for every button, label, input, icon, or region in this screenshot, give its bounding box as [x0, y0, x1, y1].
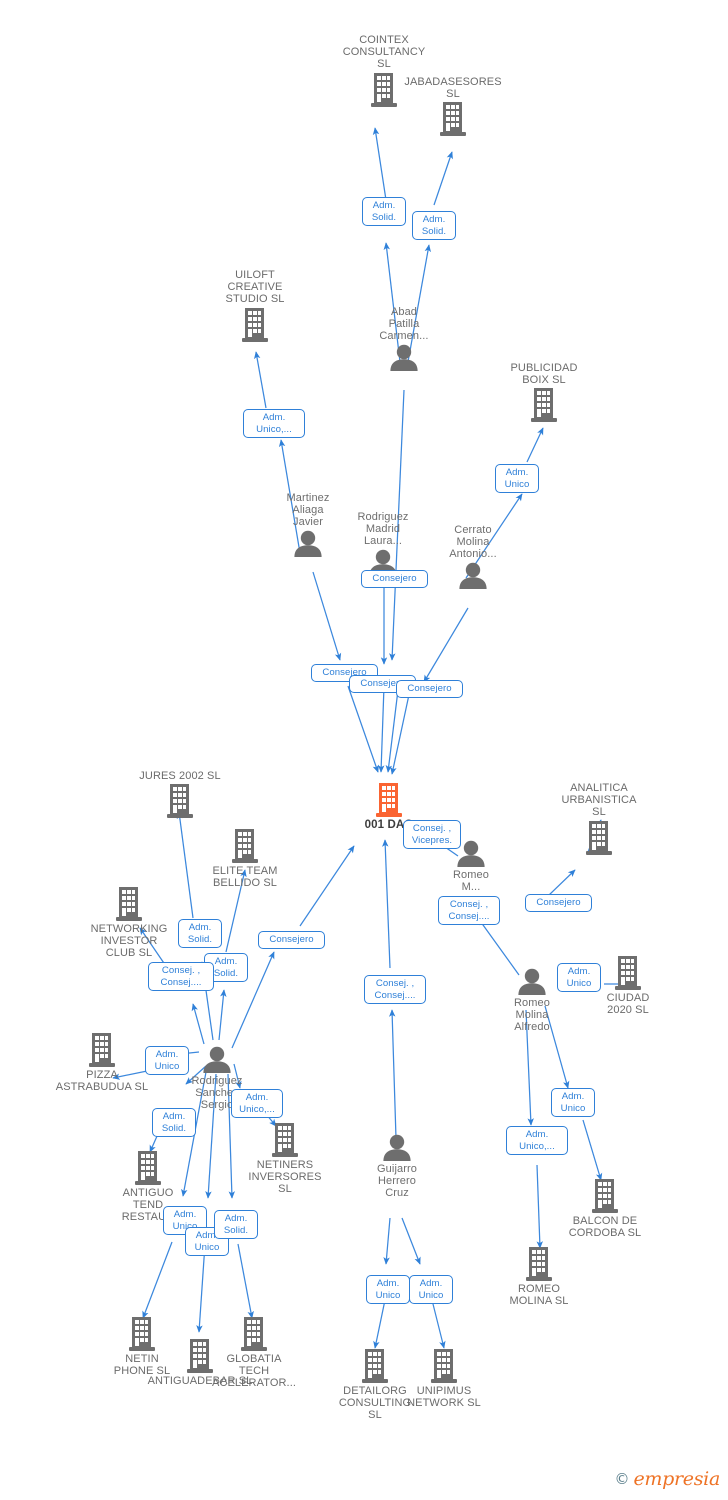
relation-chip-rodsanchez-netiners[interactable]: Adm. Unico,... [231, 1089, 283, 1119]
node-company-jures[interactable]: JURES 2002 SL [130, 770, 230, 819]
person-avatar-icon [456, 562, 490, 590]
node-label: JABADASESORES SL [404, 76, 502, 101]
person-avatar-icon [200, 1046, 234, 1074]
relation-chip-romeomolina-balcon[interactable]: Adm. Unico [551, 1088, 595, 1118]
network-diagram-canvas: COINTEX CONSULTANCY SL JABADASESORES SL … [0, 0, 728, 1500]
company-building-icon [523, 1246, 555, 1282]
relation-chip-cerrato-publicidad[interactable]: Adm. Unico [495, 464, 539, 494]
node-company-netiners[interactable]: NETINERS INVERSORES SL [240, 1122, 330, 1196]
node-label: JURES 2002 SL [139, 770, 221, 782]
person-avatar-icon [291, 530, 325, 558]
company-building-icon [269, 1122, 301, 1158]
node-label: UILOFT CREATIVE STUDIO SL [225, 269, 285, 306]
company-building-icon [164, 783, 196, 819]
node-label: Rodriguez Madrid Laura... [357, 511, 409, 548]
company-building-icon [113, 886, 145, 922]
node-company-jabadasesores[interactable]: JABADASESORES SL [385, 76, 521, 137]
node-company-uiloft[interactable]: UILOFT CREATIVE STUDIO SL [203, 269, 307, 343]
node-label: Romeo Molina Alfredo [514, 997, 550, 1034]
node-person-rodriguez-madrid[interactable]: Rodriguez Madrid Laura... [344, 511, 422, 577]
relation-chip-guijarro-unipimus[interactable]: Adm. Unico [409, 1275, 453, 1305]
relation-chip-abad-cointex[interactable]: Adm. Solid. [362, 197, 406, 227]
relation-chip-romeomolina-ciudad[interactable]: Adm. Unico [557, 963, 601, 993]
node-label: PUBLICIDAD BOIX SL [510, 362, 578, 387]
node-label: NETINERS INVERSORES SL [248, 1159, 322, 1196]
root-company-building-icon [373, 782, 405, 818]
node-company-balcon-cordoba[interactable]: BALCON DE CORDOBA SL [562, 1178, 648, 1239]
company-building-icon [612, 955, 644, 991]
node-label: Guijarro Herrero Cruz [377, 1163, 417, 1200]
relation-chip-rodsanchez-globatia[interactable]: Adm. Solid. [214, 1210, 258, 1240]
relation-chip-romeomolina-romeosl[interactable]: Adm. Unico,... [506, 1126, 568, 1156]
company-building-icon [229, 828, 261, 864]
node-label: Cerrato Molina Antonio... [449, 524, 497, 561]
relation-chip-martinez-uiloft[interactable]: Adm. Unico,... [243, 409, 305, 439]
company-building-icon [239, 307, 271, 343]
node-company-pizza-astrabudua[interactable]: PIZZA ASTRABUDUA SL [55, 1032, 149, 1093]
relation-chip-romeomolina-root[interactable]: Consej. , Consej.... [438, 896, 500, 926]
company-building-icon [86, 1032, 118, 1068]
node-company-networking-investor[interactable]: NETWORKING INVESTOR CLUB SL [83, 886, 175, 960]
relation-chip-romeo-analitica[interactable]: Consejero [525, 894, 592, 912]
brand-wordmark: empresia [633, 1468, 720, 1490]
node-label: Martinez Aliaga Javier [286, 492, 330, 529]
company-building-icon [583, 820, 615, 856]
company-building-icon [132, 1150, 164, 1186]
empresia-watermark: © empresia [614, 1468, 720, 1490]
company-building-icon [428, 1348, 460, 1384]
node-person-guijarro[interactable]: Guijarro Herrero Cruz [364, 1134, 430, 1200]
relation-chip-rodsanchez-networking[interactable]: Consej. , Consej.... [148, 962, 214, 992]
node-label: BALCON DE CORDOBA SL [568, 1215, 642, 1240]
copyright-icon: © [614, 1470, 630, 1488]
node-label: COINTEX CONSULTANCY SL [342, 34, 426, 71]
node-label: ANALITICA URBANISTICA SL [561, 782, 637, 819]
node-label: PIZZA ASTRABUDUA SL [55, 1069, 149, 1094]
company-building-icon [437, 101, 469, 137]
node-label: UNIPIMUS NETWORK SL [407, 1385, 481, 1410]
node-label: Romeo M... [453, 869, 489, 894]
relation-chip-cerrato-root[interactable]: Consejero [396, 680, 463, 698]
company-building-icon [528, 387, 560, 423]
node-label: Abad Patilla Carmen... [379, 306, 429, 343]
relation-chip-rodsanchez-jures[interactable]: Adm. Solid. [178, 919, 222, 949]
company-building-icon [238, 1316, 270, 1352]
relation-chip-rodsanchez-pizza[interactable]: Adm. Unico [145, 1046, 189, 1076]
person-avatar-icon [380, 1134, 414, 1162]
company-building-icon [359, 1348, 391, 1384]
relation-chip-rodriguez-madrid-root[interactable]: Consejero [361, 570, 428, 588]
relation-chip-rodsanchez-root[interactable]: Consejero [258, 931, 325, 949]
node-person-martinez[interactable]: Martinez Aliaga Javier [269, 492, 347, 558]
relation-chip-guijarro-detailorg[interactable]: Adm. Unico [366, 1275, 410, 1305]
node-label: ROMEO MOLINA SL [509, 1283, 569, 1308]
node-person-abad[interactable]: Abad Patilla Carmen... [365, 306, 443, 372]
node-company-ciudad-2020[interactable]: CIUDAD 2020 SL [594, 955, 662, 1016]
node-company-elite-team[interactable]: ELITE TEAM BELLIDO SL [199, 828, 291, 889]
node-person-cerrato[interactable]: Cerrato Molina Antonio... [434, 524, 512, 590]
node-label: CIUDAD 2020 SL [606, 992, 650, 1017]
node-company-unipimus[interactable]: UNIPIMUS NETWORK SL [394, 1348, 494, 1409]
relation-chip-abad-jabadasesores[interactable]: Adm. Solid. [412, 211, 456, 241]
company-building-icon [589, 1178, 621, 1214]
relation-chip-rodsanchez-antiguo[interactable]: Adm. Solid. [152, 1108, 196, 1138]
node-label: NETWORKING INVESTOR CLUB SL [90, 923, 168, 960]
person-avatar-icon [515, 968, 549, 996]
relation-chip-romeo-root[interactable]: Consej. , Vicepres. [403, 820, 461, 850]
person-avatar-icon [387, 344, 421, 372]
node-company-globatia[interactable]: GLOBATIA TECH ACELERATOR... [208, 1316, 300, 1390]
node-person-romeo-molina-alfredo[interactable]: Romeo Molina Alfredo [499, 968, 565, 1034]
node-company-analitica[interactable]: ANALITICA URBANISTICA SL [548, 782, 650, 856]
node-company-publicidad-boix[interactable]: PUBLICIDAD BOIX SL [492, 362, 596, 423]
node-label: GLOBATIA TECH ACELERATOR... [211, 1353, 297, 1390]
node-company-romeo-molina-sl[interactable]: ROMEO MOLINA SL [500, 1246, 578, 1307]
relation-chip-guijarro-root[interactable]: Consej. , Consej.... [364, 975, 426, 1005]
node-label: ELITE TEAM BELLIDO SL [212, 865, 278, 890]
